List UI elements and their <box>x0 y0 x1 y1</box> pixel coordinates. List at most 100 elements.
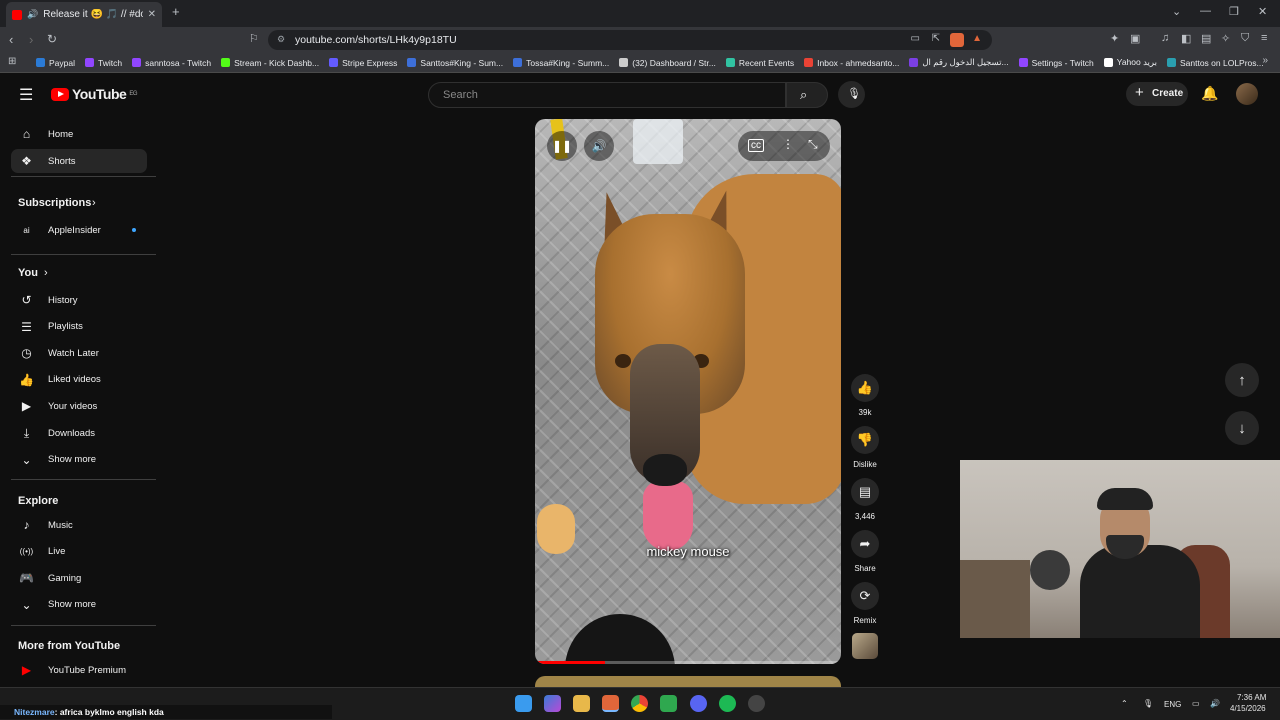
next-short-button[interactable]: ↓ <box>1225 411 1259 445</box>
apps-grid-icon[interactable]: ⊞ <box>8 56 16 67</box>
sidebar-item-playlists[interactable]: ☰ Playlists <box>11 315 147 339</box>
windows-start-icon[interactable] <box>515 695 532 712</box>
speaker-icon[interactable]: 🔊 <box>27 9 38 20</box>
search-input[interactable]: Search <box>428 82 786 108</box>
captions-icon[interactable]: cc <box>748 139 764 152</box>
bookmark-item[interactable]: Stripe Express <box>329 57 397 68</box>
bookmark-item[interactable]: (32) Dashboard / Str... <box>619 57 716 68</box>
app-icon[interactable] <box>660 695 677 712</box>
like-button[interactable]: 👍 <box>851 374 879 402</box>
bookmark-item[interactable]: Recent Events <box>725 57 794 68</box>
remix-button[interactable]: ⟳ <box>851 582 879 610</box>
volume-button[interactable]: 🔊 <box>584 131 614 161</box>
sidebar-item-appleinsider[interactable]: ai AppleInsider <box>11 218 147 242</box>
brave-rewards-icon[interactable]: ▲ <box>972 33 982 44</box>
sidebar-item-downloads[interactable]: ⤓ Downloads <box>11 421 147 445</box>
next-short-preview[interactable] <box>535 676 841 687</box>
browser-tab[interactable]: 🔊 Release it 😆 🎵 // #dogs #do ✕ <box>6 2 162 27</box>
bookmark-item[interactable]: Settings - Twitch <box>1018 57 1094 68</box>
chevron-right-icon[interactable]: › <box>92 197 96 209</box>
clock-time[interactable]: 7:36 AM <box>1237 693 1266 702</box>
sidebar-item-gaming[interactable]: 🎮 Gaming <box>11 566 147 590</box>
close-window-icon[interactable]: ✕ <box>1258 5 1267 18</box>
youtube-logo[interactable]: YouTube EG <box>51 86 137 102</box>
sidebar-item-show-more[interactable]: ⌄ Show more <box>11 593 147 617</box>
wallet2-icon[interactable]: ▤ <box>1201 32 1211 45</box>
sidebar-section-title[interactable]: You <box>18 267 38 279</box>
forward-icon[interactable]: › <box>29 32 33 47</box>
bookmark-item[interactable]: تسجيل الدخول رقم ال... <box>909 57 1009 68</box>
reload-icon[interactable]: ↻ <box>47 32 57 46</box>
tray-mic-icon[interactable]: 🎙 <box>1143 699 1153 708</box>
back-icon[interactable]: ‹ <box>9 32 13 47</box>
share-page-icon[interactable]: ⇱ <box>932 33 940 44</box>
file-explorer-icon[interactable] <box>573 695 590 712</box>
more-bookmarks-icon[interactable]: » <box>1262 55 1268 66</box>
bookmark-item[interactable]: Santtos on LOLPros... <box>1166 57 1264 68</box>
bookmark-item[interactable]: Santtos#King - Sum... <box>407 57 503 68</box>
sidebar-item-show-more[interactable]: ⌄ Show more <box>11 448 147 472</box>
new-tab-icon[interactable]: + <box>172 4 180 19</box>
address-bar[interactable]: ⚙ youtube.com/shorts/LHk4y9p18TU ▭ ⇱ ▲ <box>268 30 992 50</box>
copilot-icon[interactable] <box>544 695 561 712</box>
dislike-button[interactable]: 👎 <box>851 426 879 454</box>
discord-icon[interactable] <box>690 695 707 712</box>
fullscreen-icon[interactable]: ⤡ <box>808 137 818 152</box>
github-icon[interactable] <box>748 695 765 712</box>
hamburger-menu-icon[interactable]: ☰ <box>19 85 33 105</box>
clock-date[interactable]: 4/15/2026 <box>1230 704 1266 713</box>
bookmark-item[interactable]: Stream - Kick Dashb... <box>221 57 319 68</box>
bookmark-item[interactable]: sanntosa - Twitch <box>132 57 211 68</box>
account-avatar[interactable] <box>1236 83 1258 105</box>
sidebar-item-liked-videos[interactable]: 👍 Liked videos <box>11 368 147 392</box>
sidebar-item-home[interactable]: ⌂ Home <box>11 122 147 146</box>
bookmark-icon[interactable]: ⚐ <box>249 32 259 45</box>
site-info-icon[interactable]: ⚙ <box>277 34 285 45</box>
create-button[interactable]: + Create <box>1126 82 1188 106</box>
audio-track-thumbnail[interactable] <box>852 633 878 659</box>
sidebar-item-live[interactable]: ((•)) Live <box>11 540 147 564</box>
sidebar-item-your-videos[interactable]: ▶ Your videos <box>11 394 147 418</box>
short-video-player[interactable]: mickey mouse ❚❚ 🔊 cc ⋮ ⤡ <box>535 119 841 664</box>
vpn-icon[interactable]: ⛉ <box>1241 32 1249 45</box>
sidebar-icon[interactable]: ◧ <box>1181 32 1191 45</box>
share-button[interactable]: ➦ <box>851 530 879 558</box>
sidebar-item-history[interactable]: ↺ History <box>11 288 147 312</box>
sidebar-item-youtube-premium[interactable]: ▶ YouTube Premium <box>11 658 147 682</box>
bookmark-item[interactable]: Paypal <box>36 57 75 68</box>
brave-browser-icon[interactable] <box>602 695 619 712</box>
more-options-icon[interactable]: ⋮ <box>782 137 794 151</box>
chrome-icon[interactable] <box>631 695 648 712</box>
brave-shields-icon[interactable] <box>950 33 964 47</box>
tab-search-icon[interactable]: ⌄ <box>1172 5 1181 18</box>
minimize-icon[interactable]: — <box>1200 5 1211 17</box>
spotify-icon[interactable] <box>719 695 736 712</box>
bookmark-item[interactable]: Inbox - ahmedsanto... <box>804 57 899 68</box>
bookmark-item[interactable]: Twitch <box>85 57 122 68</box>
bookmark-item[interactable]: Tossa#King - Summ... <box>513 57 609 68</box>
bookmark-item[interactable]: Yahoo بريد <box>1103 57 1157 68</box>
media-icon[interactable]: ♫ <box>1161 32 1169 44</box>
network-icon[interactable]: ▭ <box>1192 699 1200 708</box>
tray-overflow-icon[interactable]: ⌃ <box>1121 699 1128 708</box>
search-button[interactable]: ⌕ <box>786 82 828 108</box>
previous-short-button[interactable]: ↑ <box>1225 363 1259 397</box>
volume-tray-icon[interactable]: 🔊 <box>1210 699 1220 708</box>
cast-icon[interactable]: ▭ <box>911 33 920 44</box>
leo-ai-icon[interactable]: ✧ <box>1221 32 1230 45</box>
comments-button[interactable]: ▤ <box>851 478 879 506</box>
sidebar-item-music[interactable]: ♪ Music <box>11 513 147 537</box>
voice-search-button[interactable]: 🎙 <box>838 81 865 108</box>
wallet-icon[interactable]: ▣ <box>1130 32 1140 45</box>
notifications-bell-icon[interactable]: 🔔 <box>1201 85 1218 102</box>
chevron-right-icon[interactable]: › <box>44 267 48 279</box>
menu-icon[interactable]: ≡ <box>1261 32 1267 44</box>
sidebar-section-title[interactable]: Subscriptions <box>18 197 91 209</box>
restore-icon[interactable]: ❐ <box>1229 5 1239 18</box>
sidebar-item-shorts[interactable]: ❖ Shorts <box>11 149 147 173</box>
close-tab-icon[interactable]: ✕ <box>148 9 156 20</box>
pause-button[interactable]: ❚❚ <box>547 131 577 161</box>
language-indicator[interactable]: ENG <box>1164 700 1181 709</box>
sidebar-item-watch-later[interactable]: ◷ Watch Later <box>11 341 147 365</box>
extensions-icon[interactable]: ✦ <box>1110 32 1119 45</box>
